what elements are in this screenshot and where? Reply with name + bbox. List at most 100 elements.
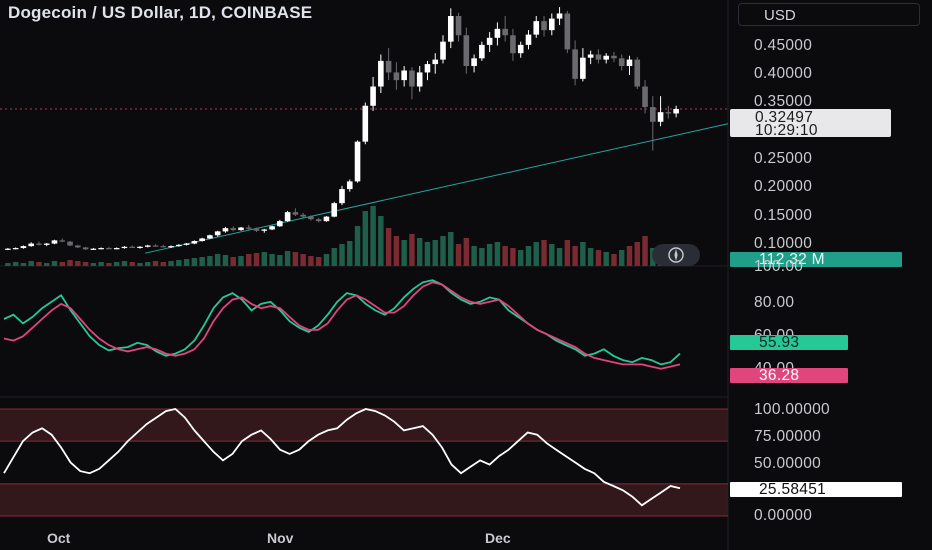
- candle-body: [300, 214, 306, 217]
- stoch-tick-label: 100.00: [754, 258, 804, 275]
- candle-body: [199, 238, 205, 242]
- volume-bar: [331, 248, 337, 266]
- candle-body: [129, 246, 136, 248]
- volume-bar: [440, 236, 446, 266]
- volume-bar: [98, 262, 104, 266]
- rsi-tick-label: 50.00000: [754, 455, 822, 472]
- candle-body: [455, 16, 462, 36]
- volume-bar: [502, 246, 508, 266]
- candle-body: [191, 241, 198, 244]
- rsi-tick-label: 0.00000: [754, 507, 813, 524]
- price-tick-label: 0.40000: [754, 65, 813, 82]
- candle-body: [494, 28, 501, 38]
- candle-body: [603, 55, 609, 60]
- candle-body: [572, 49, 578, 79]
- volume-bar: [626, 246, 633, 266]
- candle-body: [331, 203, 338, 217]
- candle-body: [471, 58, 477, 67]
- candle-body: [67, 241, 73, 246]
- candle-body: [323, 216, 330, 222]
- candle-body: [121, 246, 128, 249]
- price-tick-label: 0.20000: [754, 178, 813, 195]
- candle-body: [393, 72, 400, 81]
- candle-body: [401, 70, 407, 81]
- candle-body: [440, 41, 446, 60]
- candle-body: [362, 105, 369, 142]
- candle-body: [517, 44, 524, 54]
- volume-bar: [253, 253, 260, 266]
- candle-body: [479, 44, 485, 59]
- candle-body: [548, 18, 555, 31]
- volume-bar: [378, 216, 384, 266]
- volume-bar: [160, 262, 167, 266]
- candle-body: [5, 248, 11, 250]
- volume-bar: [479, 248, 485, 266]
- volume-bar: [222, 255, 229, 266]
- candle-body: [409, 70, 415, 87]
- volume-bar: [20, 263, 27, 266]
- volume-bar: [533, 242, 539, 266]
- volume-bar: [572, 246, 578, 266]
- volume-bar: [494, 242, 501, 266]
- volume-bar: [323, 254, 330, 266]
- volume-bar: [82, 262, 89, 266]
- candle-body: [541, 21, 547, 31]
- candle-body: [416, 72, 423, 87]
- candle-body: [98, 248, 104, 250]
- volume-bar: [137, 263, 143, 266]
- candle-body: [20, 246, 27, 249]
- x-tick-label: Dec: [485, 530, 511, 546]
- price-tick-label: 0.45000: [754, 37, 813, 54]
- candle-body: [144, 245, 151, 247]
- volume-bar: [145, 262, 151, 266]
- candle-body: [160, 246, 167, 248]
- candle-body: [618, 58, 625, 67]
- volume-bar: [409, 234, 415, 266]
- volume-bar: [67, 260, 73, 266]
- navigation-icon[interactable]: [652, 244, 700, 266]
- currency-selector[interactable]: USD: [738, 3, 920, 26]
- volume-bar: [510, 248, 516, 266]
- volume-bar: [292, 252, 299, 266]
- last-price-tag: 0.32497 10:29:10: [730, 109, 891, 139]
- volume-bar: [230, 257, 236, 266]
- rsi-tick-label: 100.00000: [754, 401, 830, 418]
- candle-body: [183, 243, 190, 245]
- stoch-k-line: [3, 279, 681, 366]
- volume-bar: [603, 252, 609, 266]
- volume-bar: [191, 258, 198, 266]
- volume-bar: [176, 260, 182, 266]
- candle-body: [673, 108, 679, 114]
- volume-bar: [564, 240, 571, 266]
- volume-bar: [183, 259, 190, 266]
- volume-bar: [113, 262, 120, 266]
- candle-body: [28, 243, 34, 247]
- stoch-tick-label: 80.00: [754, 294, 795, 311]
- candle-body: [106, 248, 112, 250]
- candle-body: [378, 60, 384, 87]
- volume-bar: [362, 211, 369, 266]
- volume-bar: [354, 226, 361, 266]
- volume-bar: [246, 254, 252, 266]
- volume-bar: [261, 252, 268, 266]
- volume-bar: [36, 262, 42, 266]
- candle-body: [665, 112, 672, 114]
- candle-body: [634, 59, 641, 87]
- candle-body: [595, 54, 602, 60]
- volume-bar: [517, 250, 524, 266]
- volume-bar: [207, 256, 213, 266]
- candle-body: [463, 35, 470, 67]
- candle-body: [238, 227, 244, 231]
- candle-body: [269, 226, 275, 230]
- bar-countdown: 10:29:10: [755, 122, 818, 139]
- candle-body: [113, 248, 120, 250]
- rsi-value-tag: 25.58451: [730, 482, 902, 497]
- candle-body: [502, 28, 508, 36]
- volume-bar: [284, 251, 291, 266]
- volume-bar: [432, 240, 438, 266]
- volume-bar: [393, 236, 400, 266]
- candle-body: [12, 248, 19, 250]
- volume-bar: [370, 206, 376, 266]
- candle-body: [587, 54, 594, 58]
- volume-bar: [486, 244, 493, 266]
